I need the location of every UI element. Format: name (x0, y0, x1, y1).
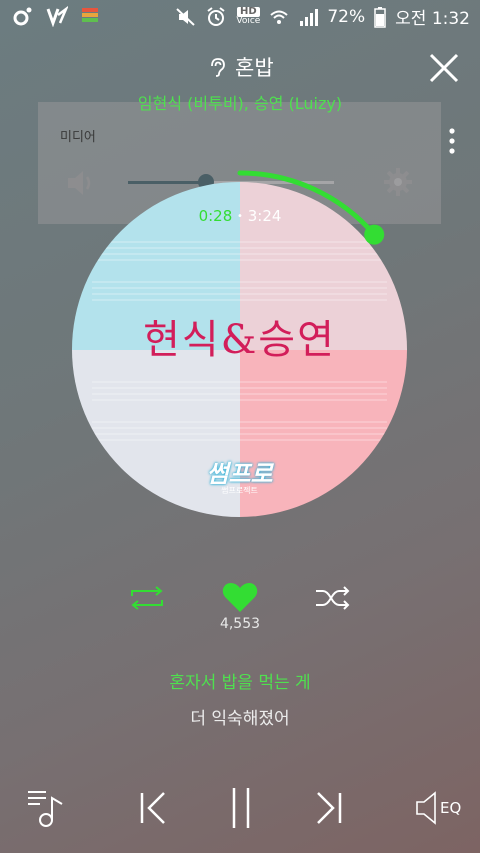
previous-track-icon[interactable] (138, 790, 168, 826)
next-track-icon[interactable] (314, 790, 344, 826)
elapsed-time: 0:28 (198, 207, 233, 225)
equalizer-button[interactable]: EQ (414, 790, 461, 826)
speaker-icon[interactable] (64, 166, 98, 200)
signal-icon (300, 8, 319, 26)
clock: 오전 1:32 (395, 9, 470, 29)
lyric-next-line[interactable]: 더 익숙해졌어 (0, 704, 480, 729)
status-bar: HD Voice 72% 오전 1:32 (0, 0, 480, 34)
notification-app-icon (13, 7, 32, 26)
like-count: 4,553 (219, 616, 261, 632)
eq-speaker-icon (416, 791, 436, 825)
pause-icon[interactable] (228, 786, 254, 830)
playlist-icon[interactable] (26, 788, 70, 828)
calendar-app-icon (82, 8, 98, 22)
voice-label: Voice (236, 16, 261, 26)
shuffle-icon[interactable] (314, 586, 352, 610)
alarm-icon (207, 6, 225, 26)
v3-app-icon (46, 5, 68, 27)
more-options-icon[interactable] (448, 128, 456, 154)
status-left-icons (12, 5, 100, 27)
lyric-current-line[interactable]: 혼자서 밥을 먹는 게 (0, 668, 480, 693)
wifi-icon (270, 10, 289, 24)
hd-voice-badge: HD Voice (236, 7, 260, 26)
battery-icon (374, 6, 386, 28)
eq-label: EQ (440, 799, 462, 817)
mute-icon (176, 7, 196, 26)
heart-like-icon[interactable] (222, 582, 258, 614)
battery-percent: 72% (327, 6, 366, 27)
volume-label: 미디어 (60, 130, 96, 145)
repeat-icon[interactable] (128, 586, 166, 610)
album-logo-text: 썸프로 (206, 460, 273, 488)
album-logo: 썸프로 썸프로젝트 (192, 454, 287, 496)
volume-slider-fill (128, 181, 207, 184)
song-title-row: 혼밥 (0, 52, 480, 82)
time-display: 0:28 • 3:24 (0, 207, 480, 225)
total-duration: 3:24 (247, 207, 282, 225)
time-separator: • (237, 211, 243, 222)
status-right-icons: HD Voice 72% 오전 1:32 (176, 4, 470, 29)
artist-name[interactable]: 임현식 (비투비), 승연 (Luizy) (0, 90, 480, 114)
song-title: 혼밥 (235, 56, 274, 80)
album-title-text: 현식&승연 (143, 317, 336, 363)
volume-settings-gear-icon[interactable] (382, 166, 414, 198)
album-art[interactable]: 현식&승연 썸프로 썸프로젝트 (72, 182, 407, 517)
close-icon[interactable] (426, 50, 462, 86)
hearing-icon (211, 58, 226, 77)
